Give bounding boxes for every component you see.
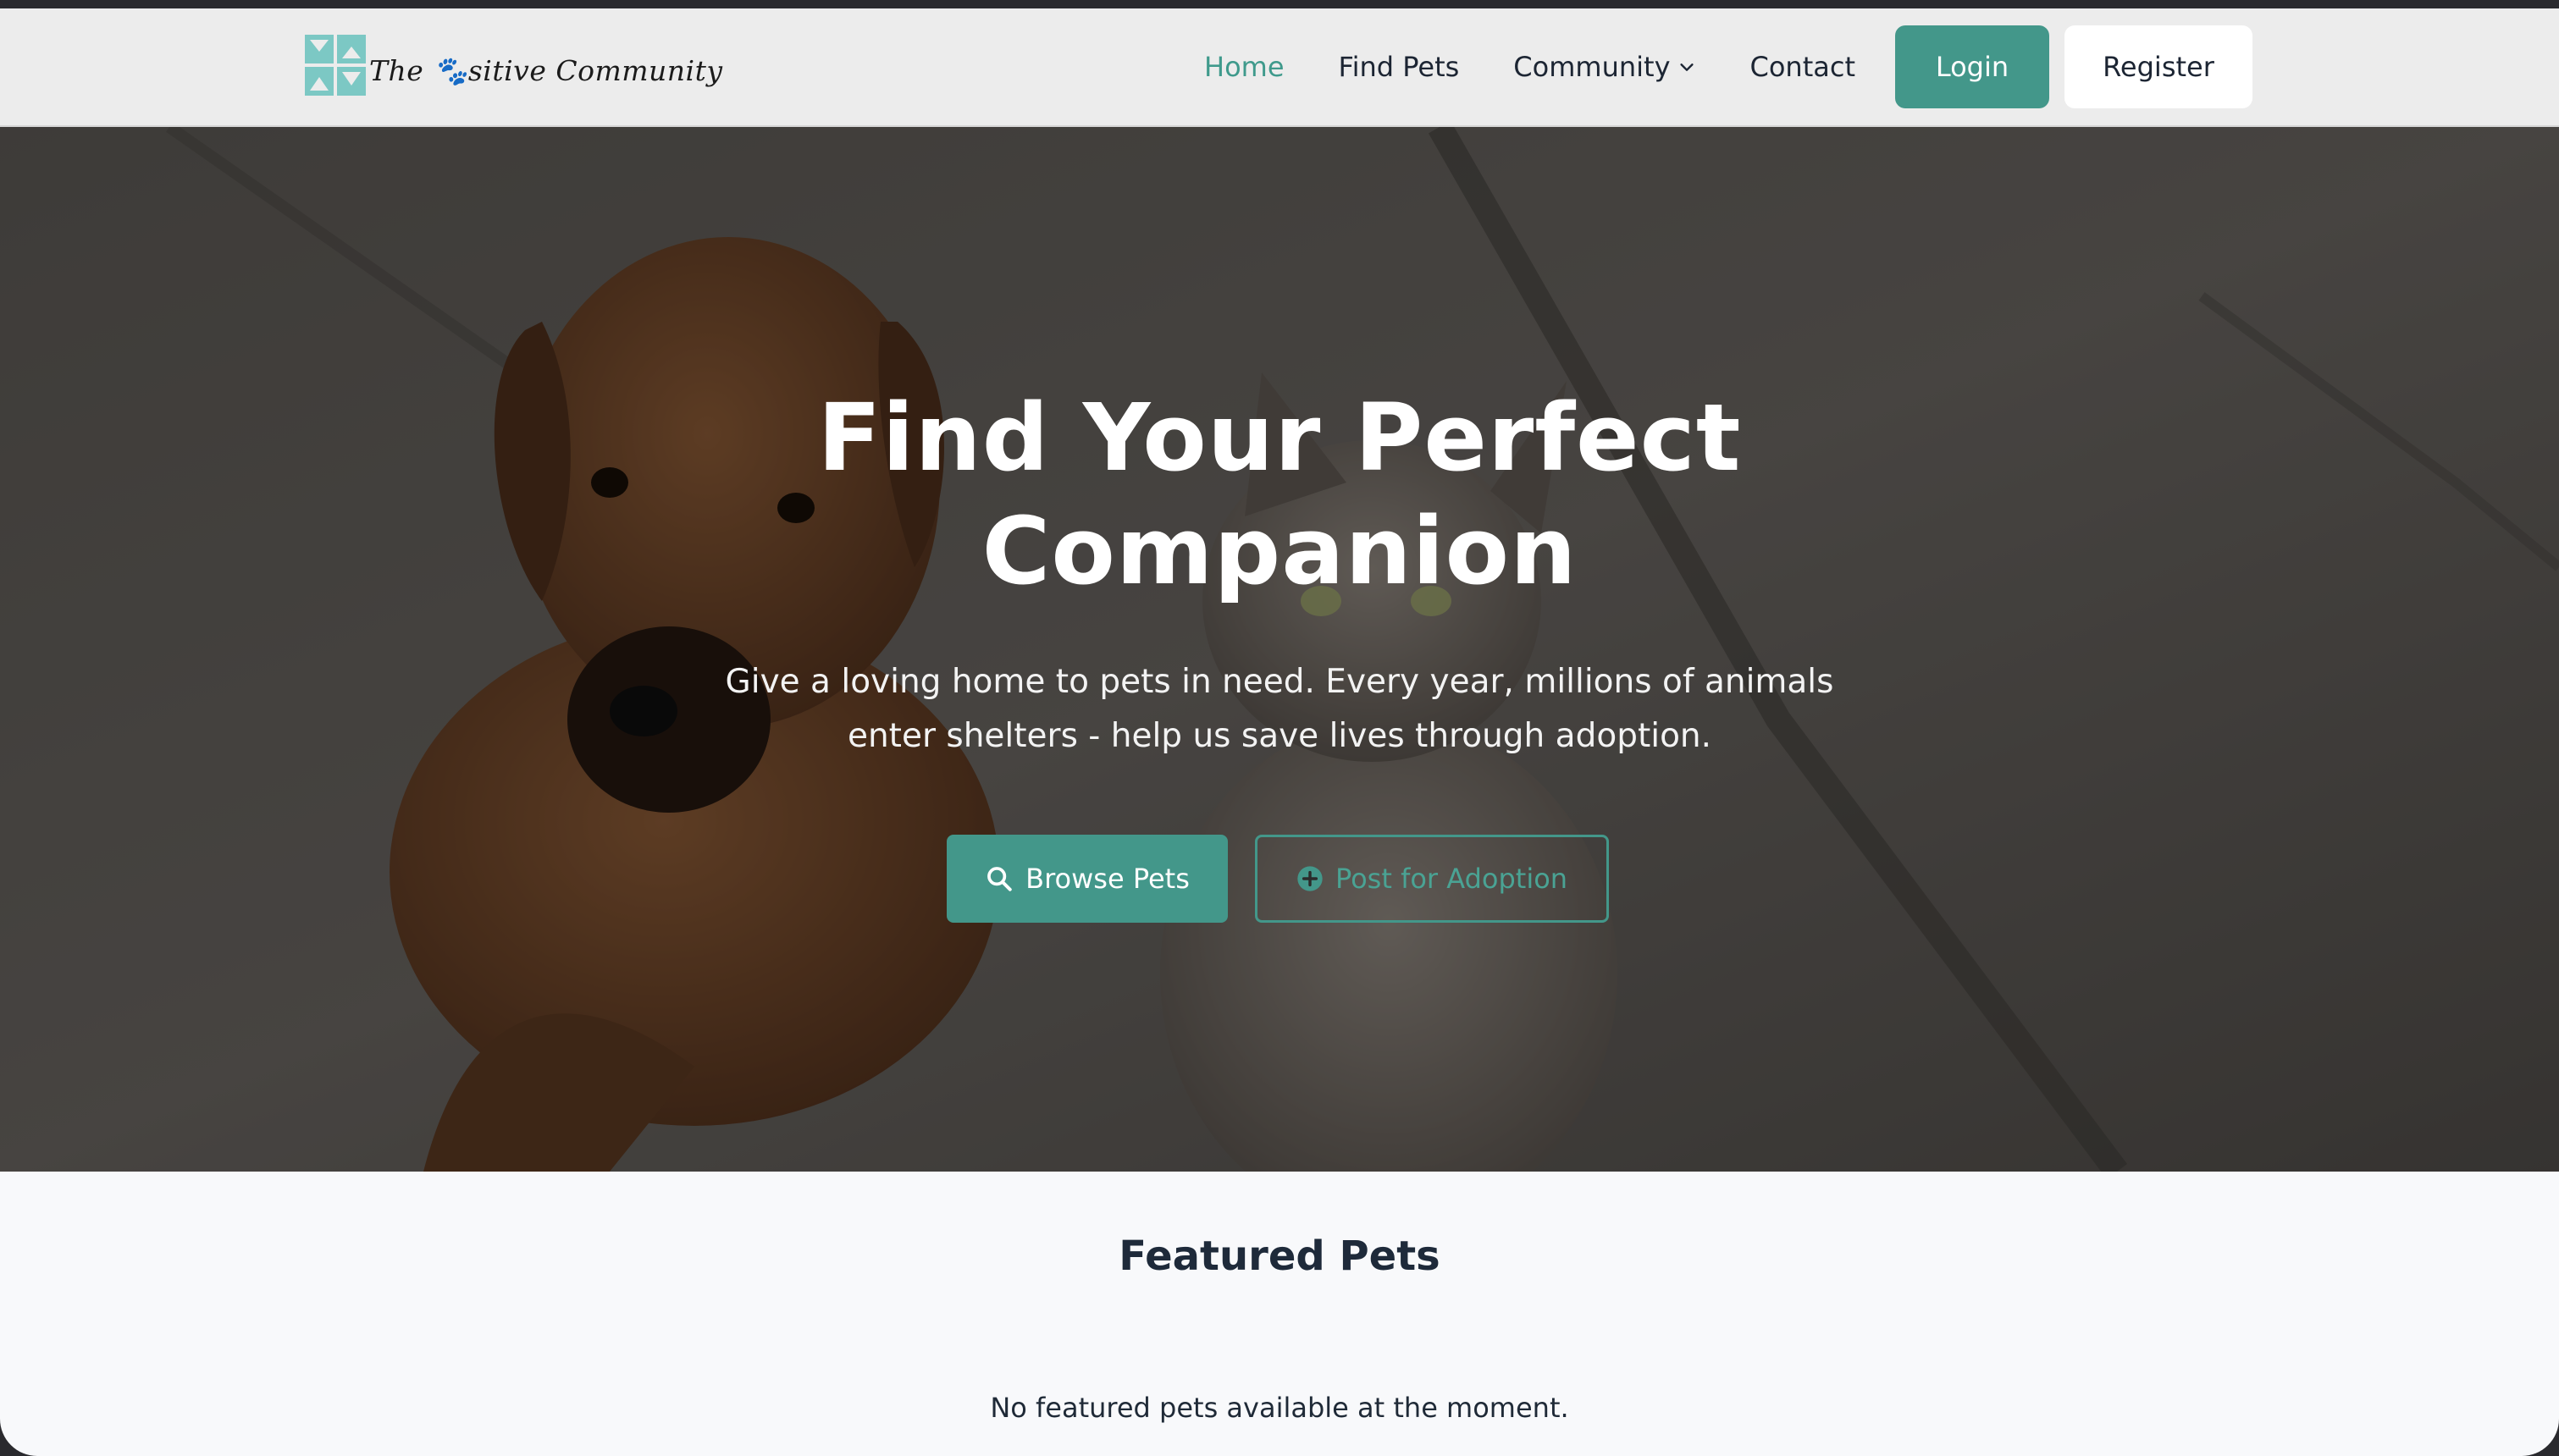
chevron-down-icon xyxy=(1679,63,1694,71)
page: The 🐾sitive Community Home Find Pets Com… xyxy=(0,8,2559,1456)
browse-pets-button[interactable]: Browse Pets xyxy=(947,835,1228,923)
navbar: The 🐾sitive Community Home Find Pets Com… xyxy=(0,8,2559,127)
nav-contact[interactable]: Contact xyxy=(1750,51,1856,83)
hero-section: Find Your Perfect Companion Give a lovin… xyxy=(0,127,2559,1172)
register-button[interactable]: Register xyxy=(2064,25,2252,108)
nav-community-label: Community xyxy=(1513,51,1671,83)
brand-name: The 🐾sitive Community xyxy=(369,54,723,87)
featured-pets-empty-message: No featured pets available at the moment… xyxy=(990,1392,1569,1424)
login-button[interactable]: Login xyxy=(1895,25,2049,108)
search-icon xyxy=(987,867,1012,891)
nav-find-pets[interactable]: Find Pets xyxy=(1339,51,1460,83)
hero-subtitle: Give a loving home to pets in need. Ever… xyxy=(725,663,1834,755)
plus-circle-icon xyxy=(1297,866,1323,891)
browse-pets-label: Browse Pets xyxy=(1025,863,1190,895)
nav-home[interactable]: Home xyxy=(1204,51,1285,83)
featured-pets-heading: Featured Pets xyxy=(1119,1233,1440,1280)
post-for-adoption-button[interactable]: Post for Adoption xyxy=(1255,835,1609,923)
hero-content: Find Your Perfect Companion Give a lovin… xyxy=(0,127,2559,1172)
nav-community[interactable]: Community xyxy=(1513,51,1695,83)
hero-title: Find Your Perfect Companion xyxy=(817,383,1742,605)
main-nav: Home Find Pets Community Contact xyxy=(1204,8,1910,125)
brand-logo[interactable]: The 🐾sitive Community xyxy=(303,30,723,100)
logo-mark-icon xyxy=(305,35,366,96)
post-for-adoption-label: Post for Adoption xyxy=(1335,863,1568,895)
